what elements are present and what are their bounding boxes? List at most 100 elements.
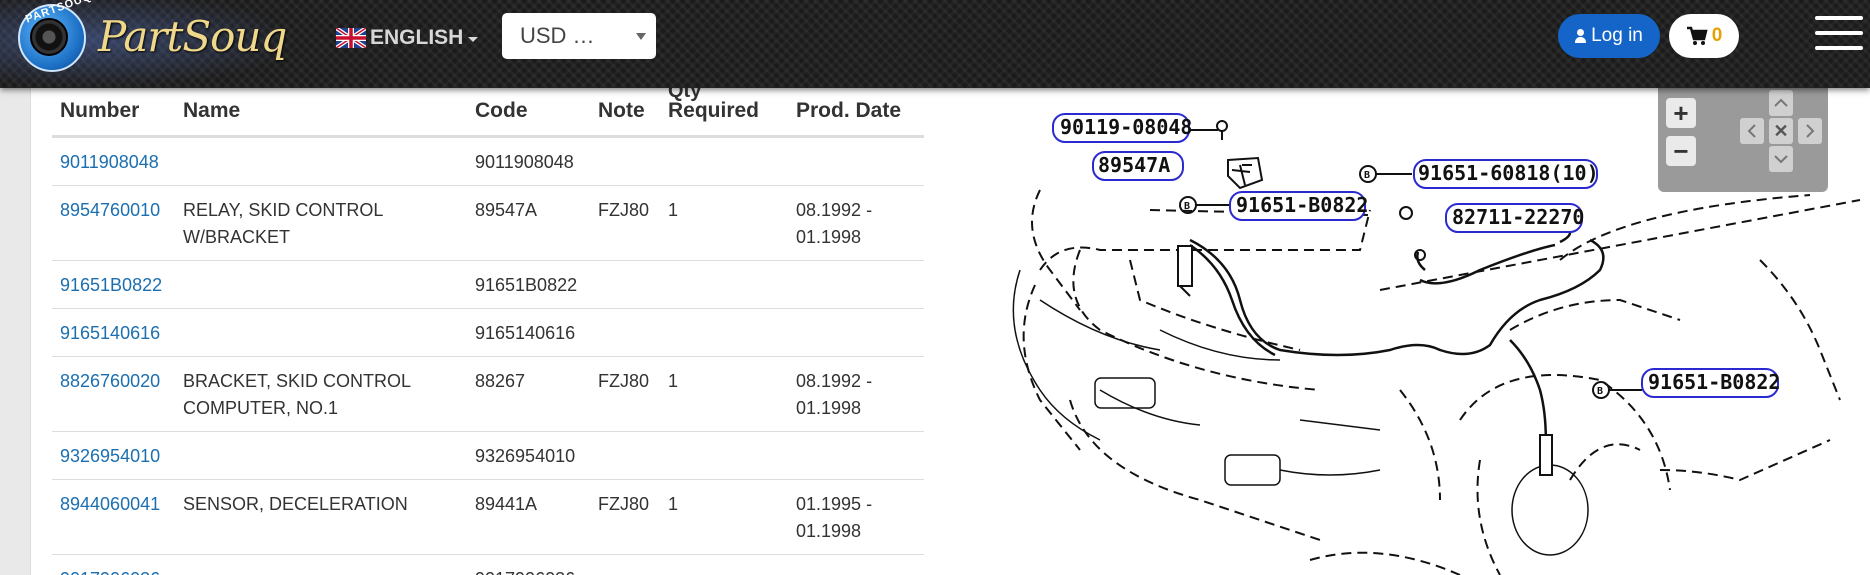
part-qty xyxy=(660,308,788,357)
currency-value: USD … xyxy=(520,23,595,48)
part-note xyxy=(590,431,660,480)
parts-table: Number Name Code Note Qty Required Prod.… xyxy=(52,88,924,575)
part-number-link[interactable]: 9326954010 xyxy=(60,446,160,466)
table-row[interactable]: 8826760020 BRACKET, SKID CONTROL COMPUTE… xyxy=(52,356,924,432)
part-date xyxy=(788,136,924,186)
part-code: 9165140616 xyxy=(467,308,590,357)
table-row[interactable]: 91651B0822 91651B0822 xyxy=(52,260,924,309)
pan-right-button[interactable] xyxy=(1798,118,1822,144)
part-date xyxy=(788,260,924,309)
brand-name[interactable]: PartSouq xyxy=(98,12,287,61)
bolt-marker-label: B xyxy=(1184,201,1190,212)
table-row[interactable]: 8944060041 SENSOR, DECELERATION 89441A F… xyxy=(52,479,924,555)
part-note xyxy=(590,260,660,309)
part-qty: 1 xyxy=(660,185,788,261)
chevron-up-icon xyxy=(1774,98,1788,107)
part-note xyxy=(590,136,660,186)
part-note xyxy=(590,554,660,575)
part-qty xyxy=(660,431,788,480)
top-navbar: PARTSOUQ PartSouq ENGLISH USD … Log in 0 xyxy=(0,0,1870,88)
sensor-component xyxy=(1177,245,1553,476)
part-date xyxy=(788,554,924,575)
part-number-link[interactable]: 8954760010 xyxy=(60,200,160,220)
language-selector[interactable]: ENGLISH xyxy=(336,26,479,50)
part-note: FZJ80 xyxy=(590,479,660,555)
parts-table-wrapper: Number Name Code Note Qty Required Prod.… xyxy=(52,88,924,575)
part-date: 08.1992 - 01.1998 xyxy=(788,356,924,432)
part-date: 08.1992 - 01.1998 xyxy=(788,185,924,261)
header-qty[interactable]: Qty Required xyxy=(660,88,788,138)
uk-flag-icon xyxy=(336,28,366,48)
table-header-row: Number Name Code Note Qty Required Prod.… xyxy=(52,88,924,138)
part-note xyxy=(590,308,660,357)
header-note[interactable]: Note xyxy=(590,88,660,138)
part-number-link[interactable]: 9165140616 xyxy=(60,323,160,343)
part-name: SENSOR, DECELERATION xyxy=(175,479,467,555)
part-number-link[interactable]: 9011908048 xyxy=(60,152,159,172)
part-code: 9011908048 xyxy=(467,136,590,186)
part-code: 89547A xyxy=(467,185,590,261)
diagram-controls: + − ✕ xyxy=(1658,84,1828,192)
part-code: 9017906036 xyxy=(467,554,590,575)
hamburger-menu-icon[interactable] xyxy=(1815,16,1863,56)
cart-count: 0 xyxy=(1711,25,1723,46)
table-row[interactable]: 9165140616 9165140616 xyxy=(52,308,924,357)
part-code: 88267 xyxy=(467,356,590,432)
part-code: 9326954010 xyxy=(467,431,590,480)
hamburger-line xyxy=(1815,46,1863,50)
hamburger-line xyxy=(1815,16,1863,20)
login-label: Log in xyxy=(1591,25,1643,46)
part-qty: 1 xyxy=(660,356,788,432)
header-name[interactable]: Name xyxy=(175,88,467,138)
part-date xyxy=(788,431,924,480)
reset-view-button[interactable]: ✕ xyxy=(1769,118,1793,144)
table-row[interactable]: 9011908048 9011908048 xyxy=(52,136,924,186)
cart-button[interactable]: 0 xyxy=(1669,14,1739,58)
header-number[interactable]: Number xyxy=(52,88,175,138)
pan-up-button[interactable] xyxy=(1769,90,1793,116)
part-number-link[interactable]: 9017906036 xyxy=(60,569,160,575)
small-fasteners xyxy=(1216,120,1426,261)
header-prod-date[interactable]: Prod. Date xyxy=(788,88,924,138)
pan-down-button[interactable] xyxy=(1769,146,1793,172)
part-name xyxy=(175,308,467,357)
part-name: BRACKET, SKID CONTROL COMPUTER, NO.1 xyxy=(175,356,467,432)
table-row[interactable]: 8954760010 RELAY, SKID CONTROL W/BRACKET… xyxy=(52,185,924,261)
part-name: RELAY, SKID CONTROL W/BRACKET xyxy=(175,185,467,261)
part-name xyxy=(175,136,467,186)
part-number-link[interactable]: 8826760020 xyxy=(60,371,160,391)
callout-1: 90119-08048 xyxy=(1060,115,1192,139)
part-name xyxy=(175,554,467,575)
zoom-in-button[interactable]: + xyxy=(1666,98,1696,128)
user-icon xyxy=(1575,29,1587,43)
part-date: 01.1995 - 01.1998 xyxy=(788,479,924,555)
callout-5: 82711-22270 xyxy=(1452,205,1584,229)
part-qty: 1 xyxy=(660,479,788,555)
bolt-marker-label: B xyxy=(1364,170,1370,181)
callout-4: 91651-60818(10) xyxy=(1418,161,1599,185)
header-qty-top: Qty xyxy=(668,88,702,102)
language-label: ENGLISH xyxy=(370,26,464,49)
currency-select[interactable]: USD … xyxy=(502,13,656,59)
caret-down-icon xyxy=(468,37,479,42)
bolt-marker-label: B xyxy=(1597,386,1603,397)
part-number-link[interactable]: 91651B0822 xyxy=(60,275,162,295)
part-code: 89441A xyxy=(467,479,590,555)
table-row[interactable]: 9326954010 9326954010 xyxy=(52,431,924,480)
part-date xyxy=(788,308,924,357)
part-note: FZJ80 xyxy=(590,356,660,432)
logo-disc xyxy=(30,18,68,56)
relay-component xyxy=(1227,156,1264,190)
vehicle-solid-lines xyxy=(1012,269,1589,556)
hamburger-line xyxy=(1815,31,1863,35)
part-qty xyxy=(660,260,788,309)
part-code: 91651B0822 xyxy=(467,260,590,309)
table-row[interactable]: 9017906036 9017906036 xyxy=(52,554,924,575)
header-code[interactable]: Code xyxy=(467,88,590,138)
part-qty xyxy=(660,554,788,575)
cart-icon xyxy=(1686,26,1708,45)
zoom-out-button[interactable]: − xyxy=(1666,136,1696,166)
login-button[interactable]: Log in xyxy=(1558,14,1660,58)
part-number-link[interactable]: 8944060041 xyxy=(60,494,160,514)
pan-left-button[interactable] xyxy=(1740,118,1764,144)
